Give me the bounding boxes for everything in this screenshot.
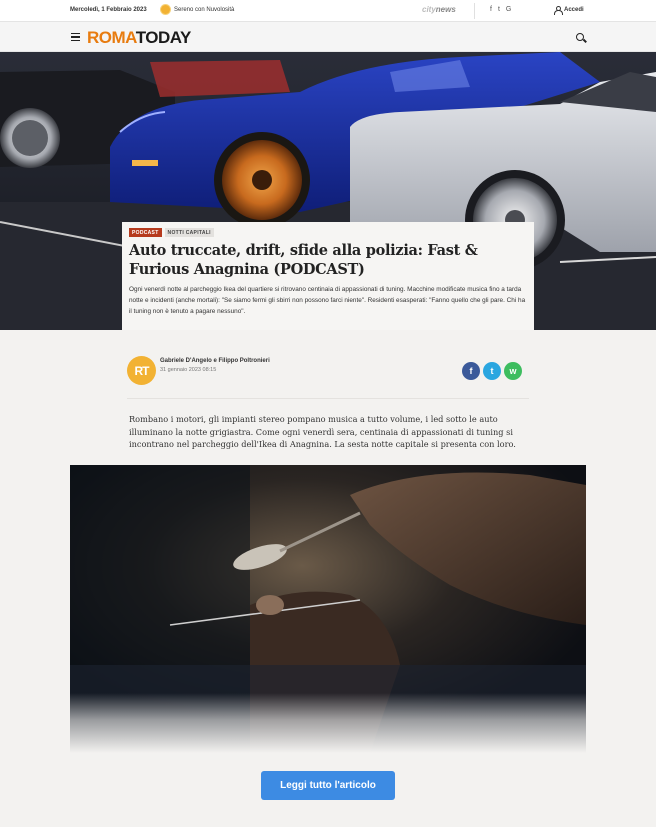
google-icon[interactable]: G <box>506 6 511 13</box>
site-logo[interactable]: ROMATODAY <box>87 28 191 48</box>
facebook-icon[interactable]: f <box>490 6 492 13</box>
tag-notti-capitali[interactable]: NOTTI CAPITALI <box>164 228 214 237</box>
current-date: Mercoledì, 1 Febbraio 2023 <box>70 7 147 13</box>
weather-text: Sereno con Nuvolosità <box>174 6 235 13</box>
menu-icon[interactable] <box>71 33 80 41</box>
twitter-icon[interactable]: t <box>483 362 501 380</box>
article-title: Auto truccate, drift, sfide alla polizia… <box>129 242 478 278</box>
login-link[interactable]: Accedi <box>554 6 584 15</box>
weather-widget[interactable]: Sereno con Nuvolosità <box>161 5 234 14</box>
author-row: RT Gabriele D'Angelo e Filippo Poltronie… <box>127 356 527 386</box>
user-icon <box>554 6 563 15</box>
tag-list: PODCAST NOTTI CAPITALI <box>129 228 527 237</box>
photo-fade-overlay <box>70 693 586 753</box>
article-summary: Ogni venerdì notte al parcheggio Ikea de… <box>129 286 526 315</box>
login-label: Accedi <box>564 7 584 13</box>
avatar: RT <box>127 356 156 385</box>
divider <box>474 3 475 19</box>
read-more-button[interactable]: Leggi tutto l'articolo <box>261 771 395 800</box>
facebook-icon[interactable]: f <box>462 362 480 380</box>
tag-podcast[interactable]: PODCAST <box>129 228 162 237</box>
article-header-card: PODCAST NOTTI CAPITALI Auto truccate, dr… <box>122 222 534 330</box>
citynews-logo[interactable]: citynews <box>422 5 456 14</box>
top-utility-bar: Mercoledì, 1 Febbraio 2023 Sereno con Nu… <box>0 0 656 22</box>
twitter-icon[interactable]: t <box>498 6 500 13</box>
share-buttons: f t w <box>462 362 522 380</box>
article-intro: Rombano i motori, gli impianti stereo po… <box>129 414 516 449</box>
sun-icon <box>161 5 170 14</box>
site-header: ROMATODAY <box>0 22 656 52</box>
author-name[interactable]: Gabriele D'Angelo e Filippo Poltronieri <box>160 358 270 364</box>
publish-date: 31 gennaio 2023 08:15 <box>160 367 217 373</box>
divider <box>127 398 529 399</box>
search-icon[interactable] <box>576 33 584 41</box>
social-links: f t G <box>490 6 511 13</box>
whatsapp-icon[interactable]: w <box>504 362 522 380</box>
